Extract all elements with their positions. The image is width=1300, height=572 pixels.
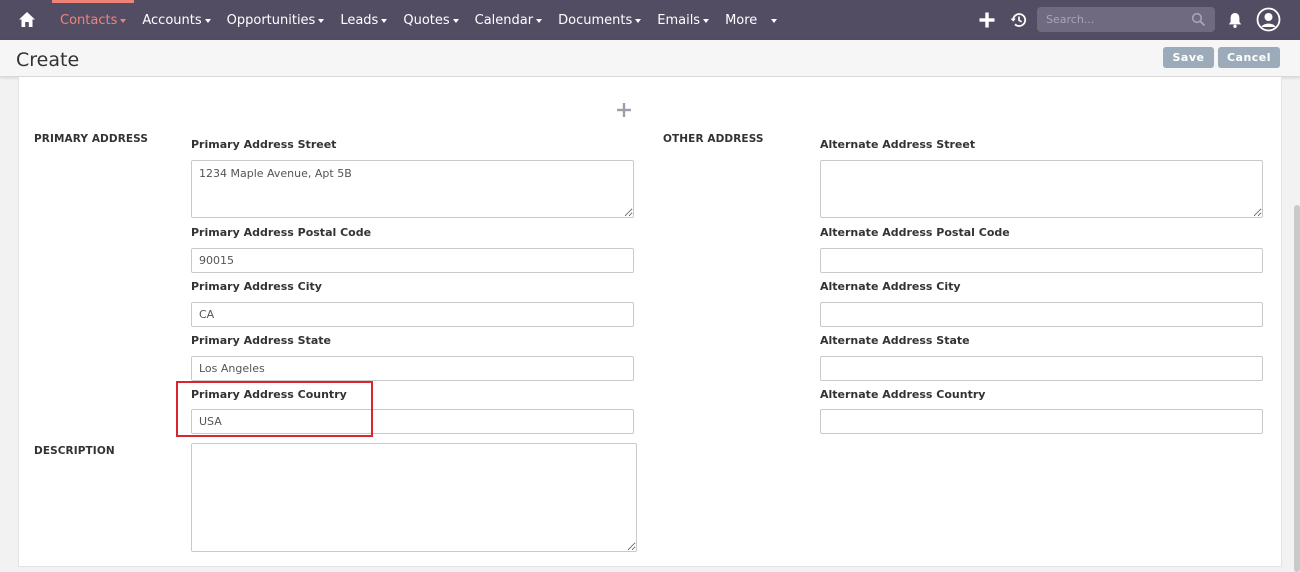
description-section-label: DESCRIPTION (34, 445, 115, 457)
caret-down-icon (204, 19, 211, 23)
caret-down-icon (381, 19, 388, 23)
nav-item-contacts[interactable]: Contacts (51, 0, 135, 28)
caret-down-icon (771, 19, 778, 23)
alternate-postal-code-label: Alternate Address Postal Code (820, 226, 1010, 239)
alternate-postal-code-input[interactable] (820, 248, 1263, 273)
nav-item-emails[interactable]: Emails (657, 12, 710, 28)
alternate-state-input[interactable] (820, 356, 1263, 381)
nav-item-calendar[interactable]: Calendar (474, 12, 543, 28)
other-address-section-label: OTHER ADDRESS (663, 133, 764, 145)
page-header: Create Save Cancel (0, 40, 1300, 77)
alternate-city-input[interactable] (820, 302, 1263, 327)
alternate-country-input[interactable] (820, 409, 1263, 434)
caret-down-icon (536, 19, 543, 23)
nav-item-label: Leads (340, 12, 379, 28)
page-scrollbar[interactable] (1294, 205, 1300, 572)
primary-postal-code-label: Primary Address Postal Code (191, 226, 372, 239)
caret-down-icon (703, 19, 710, 23)
nav-item-quotes[interactable]: Quotes (403, 12, 459, 28)
caret-down-icon (120, 19, 127, 23)
module-menu: Contacts Accounts Opportunities Leads Qu… (51, 0, 785, 40)
nav-item-documents[interactable]: Documents (558, 12, 642, 28)
quick-create-plus-icon[interactable] (976, 9, 998, 31)
search-icon[interactable] (1191, 12, 1206, 27)
alternate-state-label: Alternate Address State (820, 334, 970, 347)
primary-country-input[interactable] (191, 409, 634, 434)
caret-down-icon (318, 19, 325, 23)
primary-country-label: Primary Address Country (191, 388, 347, 401)
top-navigation-bar: Contacts Accounts Opportunities Leads Qu… (0, 0, 1300, 40)
nav-item-label: Contacts (60, 12, 118, 28)
primary-city-input[interactable] (191, 302, 634, 327)
nav-item-opportunities[interactable]: Opportunities (227, 13, 325, 28)
alternate-country-label: Alternate Address Country (820, 388, 986, 401)
nav-item-accounts[interactable]: Accounts (142, 12, 211, 28)
history-icon[interactable] (1008, 9, 1030, 31)
save-button[interactable]: Save (1163, 47, 1214, 68)
description-textarea[interactable] (191, 443, 637, 552)
alternate-city-label: Alternate Address City (820, 280, 961, 293)
alternate-street-label: Alternate Address Street (820, 138, 976, 151)
alternate-street-textarea[interactable] (820, 160, 1263, 218)
nav-item-label: Opportunities (226, 12, 316, 28)
nav-item-label: Quotes (403, 12, 450, 28)
nav-item-label: Emails (657, 12, 701, 28)
page-title: Create (16, 49, 80, 71)
primary-street-label: Primary Address Street (191, 138, 337, 151)
nav-item-label: Documents (558, 12, 633, 28)
nav-item-label: More (725, 12, 758, 28)
bell-icon[interactable] (1224, 9, 1246, 31)
add-plus-icon[interactable] (616, 102, 632, 118)
nav-item-label: Calendar (474, 12, 534, 28)
primary-city-label: Primary Address City (191, 280, 322, 293)
primary-address-section-label: PRIMARY ADDRESS (34, 133, 149, 145)
primary-state-input[interactable] (191, 356, 634, 381)
caret-down-icon (635, 19, 642, 23)
user-avatar-icon[interactable] (1256, 7, 1281, 32)
nav-item-label: Accounts (142, 12, 202, 28)
primary-state-label: Primary Address State (191, 334, 331, 347)
home-icon[interactable] (17, 10, 37, 30)
caret-down-icon (452, 19, 459, 23)
primary-postal-code-input[interactable] (191, 248, 634, 273)
nav-item-leads[interactable]: Leads (340, 12, 388, 28)
global-search-input[interactable] (1037, 7, 1215, 32)
cancel-button[interactable]: Cancel (1218, 47, 1280, 68)
nav-item-more[interactable]: More (725, 12, 778, 28)
primary-street-textarea[interactable]: 1234 Maple Avenue, Apt 5B (191, 160, 634, 218)
address-form-panel: PRIMARY ADDRESS Primary Address Street 1… (18, 77, 1282, 567)
